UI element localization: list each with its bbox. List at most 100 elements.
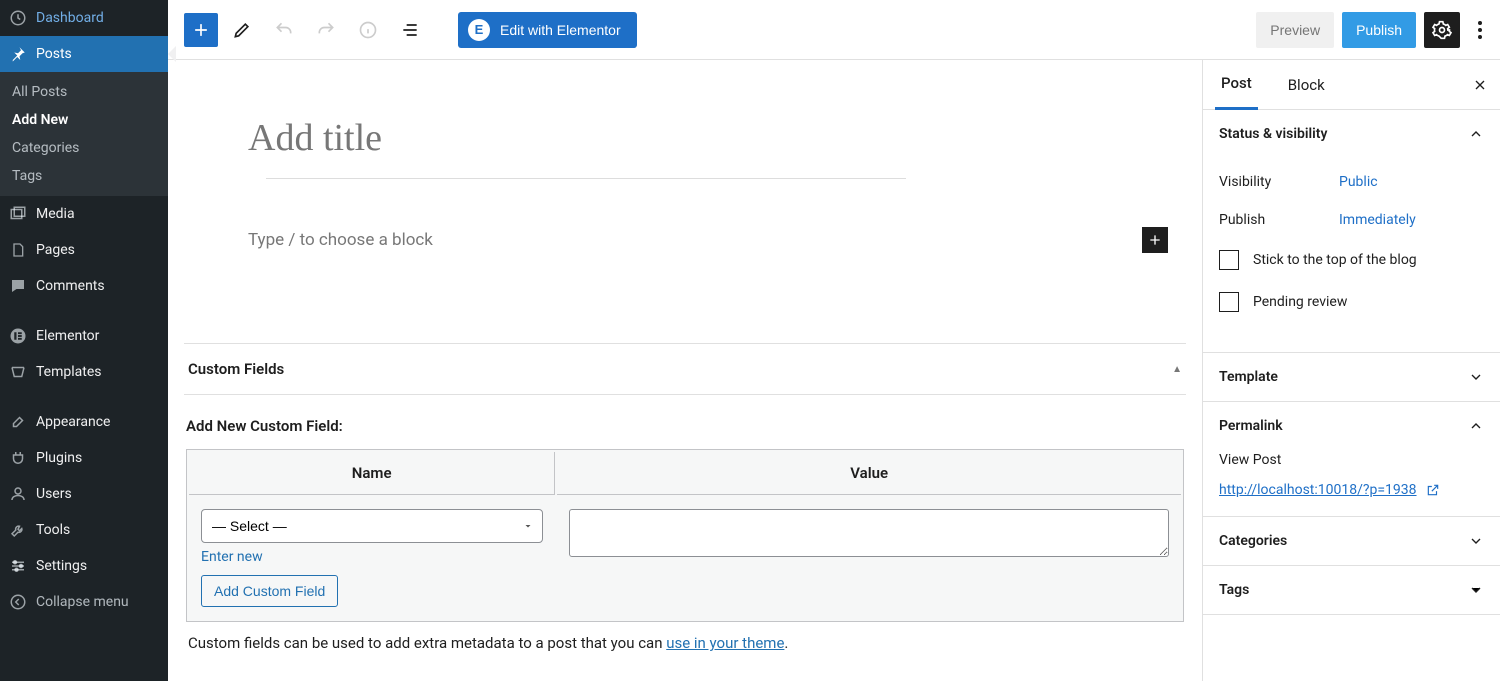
nav-posts-all[interactable]: All Posts bbox=[0, 78, 168, 106]
title-underline bbox=[266, 178, 906, 179]
nav-templates[interactable]: Templates bbox=[0, 354, 168, 390]
edit-mode-button[interactable] bbox=[224, 12, 260, 48]
edit-with-elementor-label: Edit with Elementor bbox=[500, 22, 621, 38]
nav-posts[interactable]: Posts bbox=[0, 36, 168, 72]
edit-with-elementor-button[interactable]: E Edit with Elementor bbox=[458, 12, 637, 48]
nav-pages[interactable]: Pages bbox=[0, 232, 168, 268]
cf-value-textarea[interactable] bbox=[569, 509, 1169, 557]
panel-categories-toggle[interactable]: Categories bbox=[1203, 517, 1500, 565]
panel-tags-toggle[interactable]: Tags bbox=[1203, 566, 1500, 614]
stick-checkbox[interactable] bbox=[1219, 250, 1239, 270]
nav-settings-label: Settings bbox=[36, 558, 87, 574]
nav-appearance-label: Appearance bbox=[36, 414, 110, 430]
editor-canvas: Add title Type / to choose a block Custo… bbox=[168, 60, 1202, 681]
cf-theme-link[interactable]: use in your theme bbox=[666, 634, 784, 652]
nav-templates-label: Templates bbox=[36, 364, 102, 380]
cf-enter-new-link[interactable]: Enter new bbox=[201, 549, 263, 565]
visibility-label: Visibility bbox=[1219, 174, 1339, 190]
panel-status: Status & visibility Visibility Public Pu… bbox=[1203, 110, 1500, 353]
nav-elementor-label: Elementor bbox=[36, 328, 99, 344]
caret-up-icon: ▲ bbox=[1172, 364, 1182, 375]
admin-sidebar: Dashboard Posts All Posts Add New Catego… bbox=[0, 0, 168, 681]
nav-users[interactable]: Users bbox=[0, 476, 168, 512]
external-link-icon bbox=[1426, 483, 1440, 497]
nav-posts-categories[interactable]: Categories bbox=[0, 134, 168, 162]
more-options-button[interactable] bbox=[1468, 12, 1492, 48]
settings-gear-button[interactable] bbox=[1424, 12, 1460, 48]
nav-media[interactable]: Media bbox=[0, 196, 168, 232]
panel-permalink-toggle[interactable]: Permalink bbox=[1203, 402, 1500, 450]
nav-comments[interactable]: Comments bbox=[0, 268, 168, 304]
redo-button[interactable] bbox=[308, 12, 344, 48]
nav-tools-label: Tools bbox=[36, 522, 70, 538]
plug-icon bbox=[8, 448, 28, 468]
pin-icon bbox=[8, 44, 28, 64]
user-icon bbox=[8, 484, 28, 504]
settings-tabs: Post Block bbox=[1203, 60, 1500, 110]
nav-posts-addnew[interactable]: Add New bbox=[0, 106, 168, 134]
nav-posts-label: Posts bbox=[36, 46, 72, 62]
preview-button[interactable]: Preview bbox=[1256, 12, 1334, 48]
info-button[interactable] bbox=[350, 12, 386, 48]
chevron-down-icon bbox=[1468, 533, 1484, 549]
nav-posts-tags[interactable]: Tags bbox=[0, 162, 168, 190]
nav-settings[interactable]: Settings bbox=[0, 548, 168, 584]
nav-dashboard-label: Dashboard bbox=[36, 10, 104, 26]
undo-button[interactable] bbox=[266, 12, 302, 48]
wrench-icon bbox=[8, 520, 28, 540]
custom-fields-table: Name Value — Select — Enter new bbox=[186, 449, 1184, 622]
panel-template-toggle[interactable]: Template bbox=[1203, 353, 1500, 401]
panel-status-toggle[interactable]: Status & visibility bbox=[1203, 110, 1500, 158]
block-placeholder[interactable]: Type / to choose a block bbox=[248, 230, 1142, 250]
stick-label: Stick to the top of the blog bbox=[1253, 252, 1417, 268]
panel-template: Template bbox=[1203, 353, 1500, 402]
sliders-icon bbox=[8, 556, 28, 576]
tab-post[interactable]: Post bbox=[1215, 60, 1258, 110]
add-block-toolbar-button[interactable] bbox=[184, 13, 218, 47]
custom-fields-panel: Custom Fields ▲ Add New Custom Field: Na… bbox=[184, 343, 1186, 664]
nav-posts-submenu: All Posts Add New Categories Tags bbox=[0, 72, 168, 196]
permalink-link[interactable]: http://localhost:10018/?p=1938 bbox=[1219, 482, 1417, 498]
custom-fields-footer: Custom fields can be used to add extra m… bbox=[186, 622, 1184, 652]
nav-elementor[interactable]: Elementor bbox=[0, 318, 168, 354]
settings-sidebar: Post Block Status & visibility Visibilit… bbox=[1202, 60, 1500, 681]
custom-fields-toggle[interactable]: Custom Fields ▲ bbox=[184, 344, 1186, 395]
nav-tools[interactable]: Tools bbox=[0, 512, 168, 548]
comment-icon bbox=[8, 276, 28, 296]
close-settings-button[interactable] bbox=[1472, 77, 1488, 93]
elementor-badge-icon: E bbox=[468, 19, 490, 41]
nav-dashboard[interactable]: Dashboard bbox=[0, 0, 168, 36]
panel-categories: Categories bbox=[1203, 517, 1500, 566]
panel-permalink: Permalink View Post http://localhost:100… bbox=[1203, 402, 1500, 517]
dashboard-icon bbox=[8, 8, 28, 28]
collapse-menu[interactable]: Collapse menu bbox=[0, 584, 168, 620]
cf-col-value: Value bbox=[557, 452, 1181, 495]
nav-plugins-label: Plugins bbox=[36, 450, 82, 466]
nav-plugins[interactable]: Plugins bbox=[0, 440, 168, 476]
editor-toolbar: E Edit with Elementor Preview Publish bbox=[168, 0, 1500, 60]
chevron-up-icon bbox=[1468, 126, 1484, 142]
cf-col-name: Name bbox=[189, 452, 555, 495]
nav-pages-label: Pages bbox=[36, 242, 75, 258]
publish-value[interactable]: Immediately bbox=[1339, 212, 1416, 228]
panel-tags: Tags bbox=[1203, 566, 1500, 615]
custom-fields-addnew-label: Add New Custom Field: bbox=[186, 417, 1184, 435]
pending-checkbox[interactable] bbox=[1219, 292, 1239, 312]
tab-block[interactable]: Block bbox=[1282, 60, 1331, 110]
visibility-value[interactable]: Public bbox=[1339, 174, 1378, 190]
inline-add-block-button[interactable] bbox=[1142, 227, 1168, 253]
publish-label: Publish bbox=[1219, 212, 1339, 228]
cf-add-button[interactable]: Add Custom Field bbox=[201, 575, 338, 607]
view-post-label: View Post bbox=[1219, 452, 1484, 468]
post-title-input[interactable]: Add title bbox=[248, 116, 888, 178]
outline-button[interactable] bbox=[392, 12, 428, 48]
chevron-down-icon bbox=[1468, 369, 1484, 385]
publish-button[interactable]: Publish bbox=[1342, 12, 1416, 48]
chevron-up-icon bbox=[1468, 418, 1484, 434]
nav-appearance[interactable]: Appearance bbox=[0, 404, 168, 440]
chevron-down-icon bbox=[1468, 582, 1484, 598]
cf-name-select[interactable]: — Select — bbox=[201, 509, 543, 543]
nav-media-label: Media bbox=[36, 206, 75, 222]
collapse-label: Collapse menu bbox=[36, 594, 129, 610]
page-icon bbox=[8, 240, 28, 260]
